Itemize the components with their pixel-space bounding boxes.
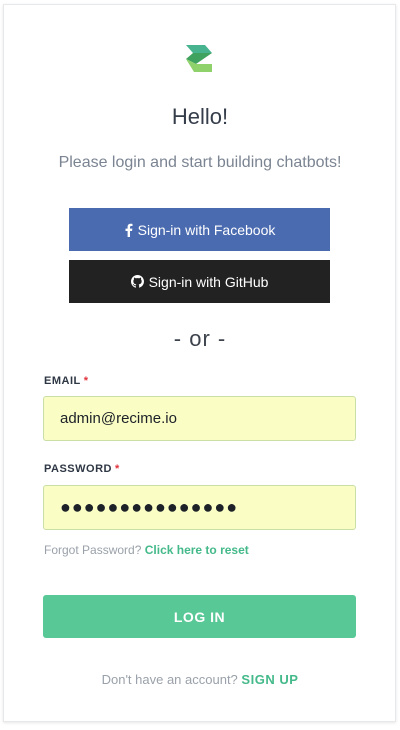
email-required-mark: * [83,375,89,387]
password-field[interactable] [43,485,356,530]
github-signin-button[interactable]: Sign-in with GitHub [69,260,330,303]
password-label: PASSWORD * [44,463,120,475]
signup-link[interactable]: SIGN UP [241,672,298,687]
recime-logo-icon [183,42,215,74]
page-subtitle: Please login and start building chatbots… [58,154,342,171]
forgot-password-row: Forgot Password? Click here to reset [44,543,249,557]
forgot-password-text: Forgot Password? [44,543,142,557]
signup-row: Don't have an account? SIGN UP [0,672,400,687]
signup-prompt-text: Don't have an account? [101,672,238,687]
password-required-mark: * [114,463,120,475]
or-divider: - or - [173,326,227,351]
login-button[interactable]: LOG IN [43,595,356,638]
facebook-signin-label: Sign-in with Facebook [137,221,276,238]
github-icon [130,275,144,288]
facebook-icon [124,223,133,237]
github-signin-label: Sign-in with GitHub [148,273,269,290]
facebook-signin-button[interactable]: Sign-in with Facebook [69,208,330,251]
reset-password-link[interactable]: Click here to reset [145,543,249,557]
email-label: EMAIL * [44,375,89,387]
email-label-text: EMAIL [44,375,81,387]
password-label-text: PASSWORD [44,463,112,475]
page-title: Hello! [171,104,229,129]
email-field[interactable] [43,396,356,441]
